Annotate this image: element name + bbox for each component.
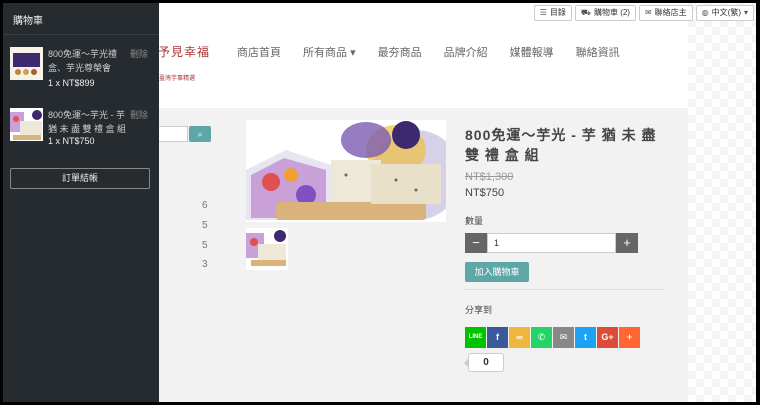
cart-item-name[interactable]: 800免運～芋光 - 芋 猶 未 盡 雙 禮 盒 組	[48, 108, 130, 136]
sale-price: NT$750	[465, 187, 505, 199]
chevron-down-icon: ▾	[743, 8, 748, 17]
google-plus-icon[interactable]: G+	[597, 327, 618, 348]
more-share-icon[interactable]: +	[619, 327, 640, 348]
cart-item-remove[interactable]: 刪除	[130, 47, 148, 60]
cart-item-remove[interactable]: 刪除	[130, 108, 148, 121]
product-image[interactable]	[246, 120, 446, 222]
nav-brand[interactable]: 品牌介紹	[444, 44, 488, 60]
weibo-icon[interactable]: ∞	[509, 327, 530, 348]
top-toolbar: ☰ 目錄 ⛟ 購物車 (2) ✉ 聯絡店主 ◍ 中文(繁) ▾	[533, 5, 754, 21]
cart-item-thumbnail[interactable]	[10, 108, 43, 141]
quantity-decrease-button[interactable]: −	[465, 233, 487, 253]
quantity-input[interactable]: 1	[487, 233, 616, 253]
background-pattern	[688, 3, 756, 402]
original-price: NT$1,300	[465, 171, 514, 183]
category-count: 3	[202, 259, 208, 270]
cart-item-price: 1 x NT$750	[48, 136, 95, 146]
quantity-increase-button[interactable]: +	[616, 233, 638, 253]
email-icon[interactable]: ✉	[553, 327, 574, 348]
caret-down-icon: ▾	[350, 47, 356, 59]
nav-home[interactable]: 商店首頁	[237, 44, 281, 60]
cart-button[interactable]: ⛟ 購物車 (2)	[574, 5, 636, 21]
product-thumbnail[interactable]	[246, 228, 288, 270]
line-icon[interactable]: LINE	[465, 327, 486, 348]
cart-title: 購物車	[3, 3, 159, 35]
product-title: 800免運～芋光 - 芋 猶 未 盡 雙 禮 盒 組	[465, 127, 657, 163]
chat-icon: ✉	[644, 8, 652, 17]
share-label: 分享到	[465, 305, 493, 315]
quantity-stepper: − 1 +	[465, 233, 638, 253]
facebook-icon[interactable]: f	[487, 327, 508, 348]
globe-icon: ◍	[701, 8, 709, 17]
twitter-icon[interactable]: t	[575, 327, 596, 348]
contact-button[interactable]: ✉ 聯絡店主	[638, 5, 693, 21]
whatsapp-icon[interactable]: ✆	[531, 327, 552, 348]
add-to-cart-button[interactable]: 加入購物車	[465, 262, 529, 282]
search-icon: ⌕	[197, 129, 203, 139]
nav-hot-products[interactable]: 最夯商品	[378, 44, 422, 60]
divider	[465, 289, 665, 290]
list-icon: ☰	[539, 8, 547, 17]
main-nav: 商店首頁 所有商品 ▾ 最夯商品 品牌介紹 媒體報導 聯絡資訊	[237, 44, 642, 60]
menu-button[interactable]: ☰ 目錄	[533, 5, 572, 21]
store-logo-subtitle: 臺灣芋事精選	[159, 76, 196, 82]
checkout-button[interactable]: 訂單結帳	[10, 168, 150, 189]
search-button[interactable]: ⌕	[189, 126, 211, 142]
category-count: 6	[202, 200, 208, 211]
share-count: 0	[464, 353, 504, 372]
cart-item-price: 1 x NT$899	[48, 78, 95, 88]
cart-panel: 購物車 800免運～芋光禮盒、芋光尊榮會 刪除 1 x NT$899 800免運…	[3, 3, 159, 402]
language-button[interactable]: ◍ 中文(繁) ▾	[695, 5, 754, 21]
quantity-label: 數量	[465, 216, 484, 226]
share-buttons: LINE f ∞ ✆ ✉ t G+ +	[465, 327, 640, 348]
nav-all-products[interactable]: 所有商品 ▾	[303, 44, 356, 60]
nav-media[interactable]: 媒體報導	[510, 44, 554, 60]
category-count: 5	[202, 220, 208, 231]
nav-contact[interactable]: 聯絡資訊	[576, 44, 620, 60]
cart-icon: ⛟	[580, 8, 591, 17]
cart-item-thumbnail[interactable]	[10, 47, 43, 80]
cart-item-name[interactable]: 800免運～芋光禮盒、芋光尊榮會	[48, 47, 130, 75]
category-count: 5	[202, 240, 208, 251]
store-logo[interactable]: 予見幸福	[158, 43, 210, 60]
